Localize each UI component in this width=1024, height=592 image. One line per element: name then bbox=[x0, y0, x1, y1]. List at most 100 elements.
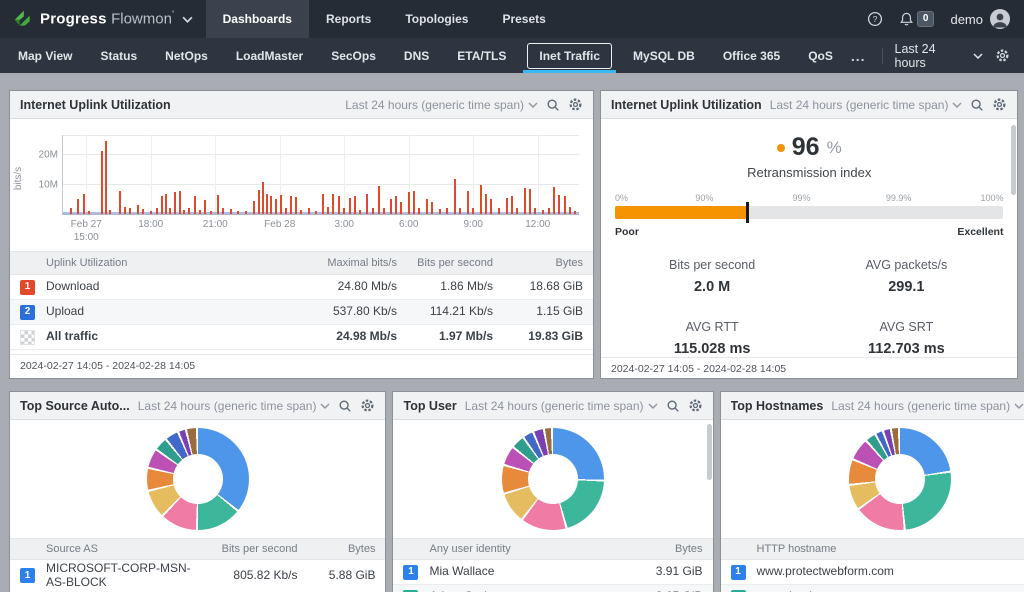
tab-map-view[interactable]: Map View bbox=[4, 38, 86, 73]
panel-time-span-dropdown[interactable]: Last 24 hours (generic time span) bbox=[465, 399, 658, 413]
column-header: Flows bbox=[985, 543, 1024, 555]
tab-secops[interactable]: SecOps bbox=[317, 38, 390, 73]
panel-time-span-dropdown[interactable]: Last 24 hours (generic time span) bbox=[770, 98, 963, 112]
user-donut-chart[interactable] bbox=[502, 428, 604, 530]
gauge-metric: Bits per second2.0 M bbox=[615, 258, 809, 295]
chevron-down-icon bbox=[952, 102, 962, 108]
tab-inet-traffic[interactable]: Inet Traffic bbox=[520, 38, 619, 73]
source-as-table-row[interactable]: 1MICROSOFT-CORP-MSN-AS-BLOCK805.82 Kb/s5… bbox=[10, 560, 385, 592]
scale-tick-label: 90% bbox=[695, 193, 713, 203]
column-header: Bytes bbox=[305, 543, 375, 555]
tab-netops[interactable]: NetOps bbox=[151, 38, 222, 73]
chart-bar bbox=[534, 208, 536, 214]
chart-plot-area: 10M20MFeb 2715:0018:0021:00Feb 283:006:0… bbox=[62, 135, 579, 215]
gear-icon[interactable] bbox=[568, 97, 583, 112]
chart-bar bbox=[400, 202, 402, 214]
search-icon[interactable] bbox=[546, 98, 560, 112]
gauge-bar bbox=[615, 206, 1003, 219]
global-time-range-dropdown[interactable]: Last 24 hours bbox=[895, 42, 983, 70]
nav-item-reports[interactable]: Reports bbox=[309, 0, 388, 38]
hostname-table-row[interactable]: 2www.darujme.cz18.11 K bbox=[721, 585, 1024, 592]
gear-icon[interactable] bbox=[992, 97, 1007, 112]
x-axis-tick: 18:00 bbox=[138, 218, 163, 231]
source-as-donut-chart[interactable] bbox=[147, 428, 249, 530]
more-tabs-button[interactable]: ... bbox=[847, 48, 870, 64]
panel-header-controls: Last 24 hours (generic time span) bbox=[465, 398, 703, 413]
chart-bar bbox=[446, 208, 448, 214]
gear-icon[interactable] bbox=[688, 398, 703, 413]
chart-bar bbox=[413, 191, 415, 214]
tab-mysql-db[interactable]: MySQL DB bbox=[619, 38, 709, 73]
panel-time-span-dropdown[interactable]: Last 24 hours (generic time span) bbox=[138, 399, 331, 413]
chart-bar bbox=[383, 208, 385, 214]
topbar-right: ? 0 demo bbox=[867, 0, 1024, 38]
chart-bar bbox=[179, 191, 181, 214]
hostname-table-row[interactable]: 1www.protectwebform.com18.37 K bbox=[721, 560, 1024, 585]
chart-bar bbox=[266, 194, 268, 214]
uplink-table-row[interactable]: 1Download24.80 Mb/s1.86 Mb/s18.68 GiB bbox=[10, 275, 593, 300]
chart-bar bbox=[275, 199, 277, 214]
chart-bar bbox=[222, 208, 224, 214]
metric-value: 112.703 ms bbox=[809, 341, 1003, 357]
hostnames-donut-chart[interactable] bbox=[849, 428, 951, 530]
nav-item-topologies[interactable]: Topologies bbox=[388, 0, 485, 38]
chart-bar bbox=[137, 205, 139, 214]
row-label: Mia Wallace bbox=[429, 565, 610, 579]
brand-menu[interactable]: Progress Flowmon˚ bbox=[0, 0, 206, 38]
panel-footer-range: 2024-02-27 14:05 - 2024-02-28 14:05 bbox=[10, 354, 593, 378]
chart-bar bbox=[516, 208, 518, 214]
chevron-down-icon bbox=[1014, 403, 1024, 409]
panel-time-span-label: Last 24 hours (generic time span) bbox=[465, 399, 644, 413]
panel-time-span-dropdown[interactable]: Last 24 hours (generic time span) bbox=[345, 98, 538, 112]
user-table-row[interactable]: 1Mia Wallace3.91 GiB bbox=[393, 560, 712, 585]
x-axis-tick: 21:00 bbox=[203, 218, 228, 231]
chart-bar bbox=[174, 192, 176, 214]
tab-office-365[interactable]: Office 365 bbox=[709, 38, 794, 73]
brand-product: Flowmon bbox=[111, 10, 172, 27]
tab-label: Office 365 bbox=[723, 49, 780, 63]
chart-bar bbox=[194, 196, 196, 214]
tab-qos[interactable]: QoS bbox=[794, 38, 847, 73]
chevron-down-icon bbox=[648, 403, 658, 409]
chart-bar bbox=[169, 208, 171, 214]
uplink-table-row[interactable]: All traffic24.98 Mb/s1.97 Mb/s19.83 GiB bbox=[10, 325, 593, 350]
row-label: MICROSOFT-CORP-MSN-AS-BLOCK bbox=[46, 562, 193, 590]
chart-bar bbox=[150, 211, 152, 215]
metric-value: 2.0 M bbox=[615, 279, 809, 295]
search-icon[interactable] bbox=[666, 399, 680, 413]
tab-label: NetOps bbox=[165, 49, 208, 63]
notifications-button[interactable]: 0 bbox=[899, 11, 935, 27]
tab-eta-tls[interactable]: ETA/TLS bbox=[443, 38, 520, 73]
help-icon[interactable]: ? bbox=[867, 11, 883, 27]
scrollbar[interactable] bbox=[707, 424, 712, 480]
x-axis-tick: Feb 28 bbox=[264, 218, 295, 231]
settings-gear-icon[interactable] bbox=[995, 48, 1010, 63]
chart-bar bbox=[472, 208, 474, 214]
search-icon[interactable] bbox=[338, 399, 352, 413]
nav-item-dashboards[interactable]: Dashboards bbox=[206, 0, 309, 38]
user-table-row[interactable]: 2Adam Ondra2.65 GiB bbox=[393, 585, 712, 592]
gear-icon[interactable] bbox=[360, 398, 375, 413]
nav-item-presets[interactable]: Presets bbox=[485, 0, 562, 38]
panel-time-span-label: Last 24 hours (generic time span) bbox=[831, 399, 1010, 413]
row-value: 1.15 GiB bbox=[501, 305, 583, 319]
panel-time-span-dropdown[interactable]: Last 24 hours (generic time span) bbox=[831, 399, 1024, 413]
uplink-chart[interactable]: bits/s 10M20MFeb 2715:0018:0021:00Feb 28… bbox=[16, 129, 583, 241]
tab-loadmaster[interactable]: LoadMaster bbox=[222, 38, 317, 73]
chart-bar bbox=[564, 196, 566, 214]
gauge-value: 96 % bbox=[615, 135, 1003, 160]
tab-dns[interactable]: DNS bbox=[390, 38, 443, 73]
tab-status[interactable]: Status bbox=[86, 38, 151, 73]
row-label: Download bbox=[46, 280, 281, 294]
gridline bbox=[63, 184, 579, 185]
chart-bar bbox=[506, 198, 508, 214]
tabs-right: ... Last 24 hours bbox=[847, 38, 1020, 73]
chart-bar bbox=[332, 194, 334, 214]
user-menu[interactable]: demo bbox=[950, 9, 1010, 29]
search-icon[interactable] bbox=[970, 98, 984, 112]
chart-bar bbox=[183, 210, 185, 214]
scrollbar[interactable] bbox=[1011, 125, 1016, 195]
chart-bar bbox=[210, 211, 212, 214]
chart-bar bbox=[524, 188, 526, 214]
uplink-table-row[interactable]: 2Upload537.80 Kb/s114.21 Kb/s1.15 GiB bbox=[10, 300, 593, 325]
